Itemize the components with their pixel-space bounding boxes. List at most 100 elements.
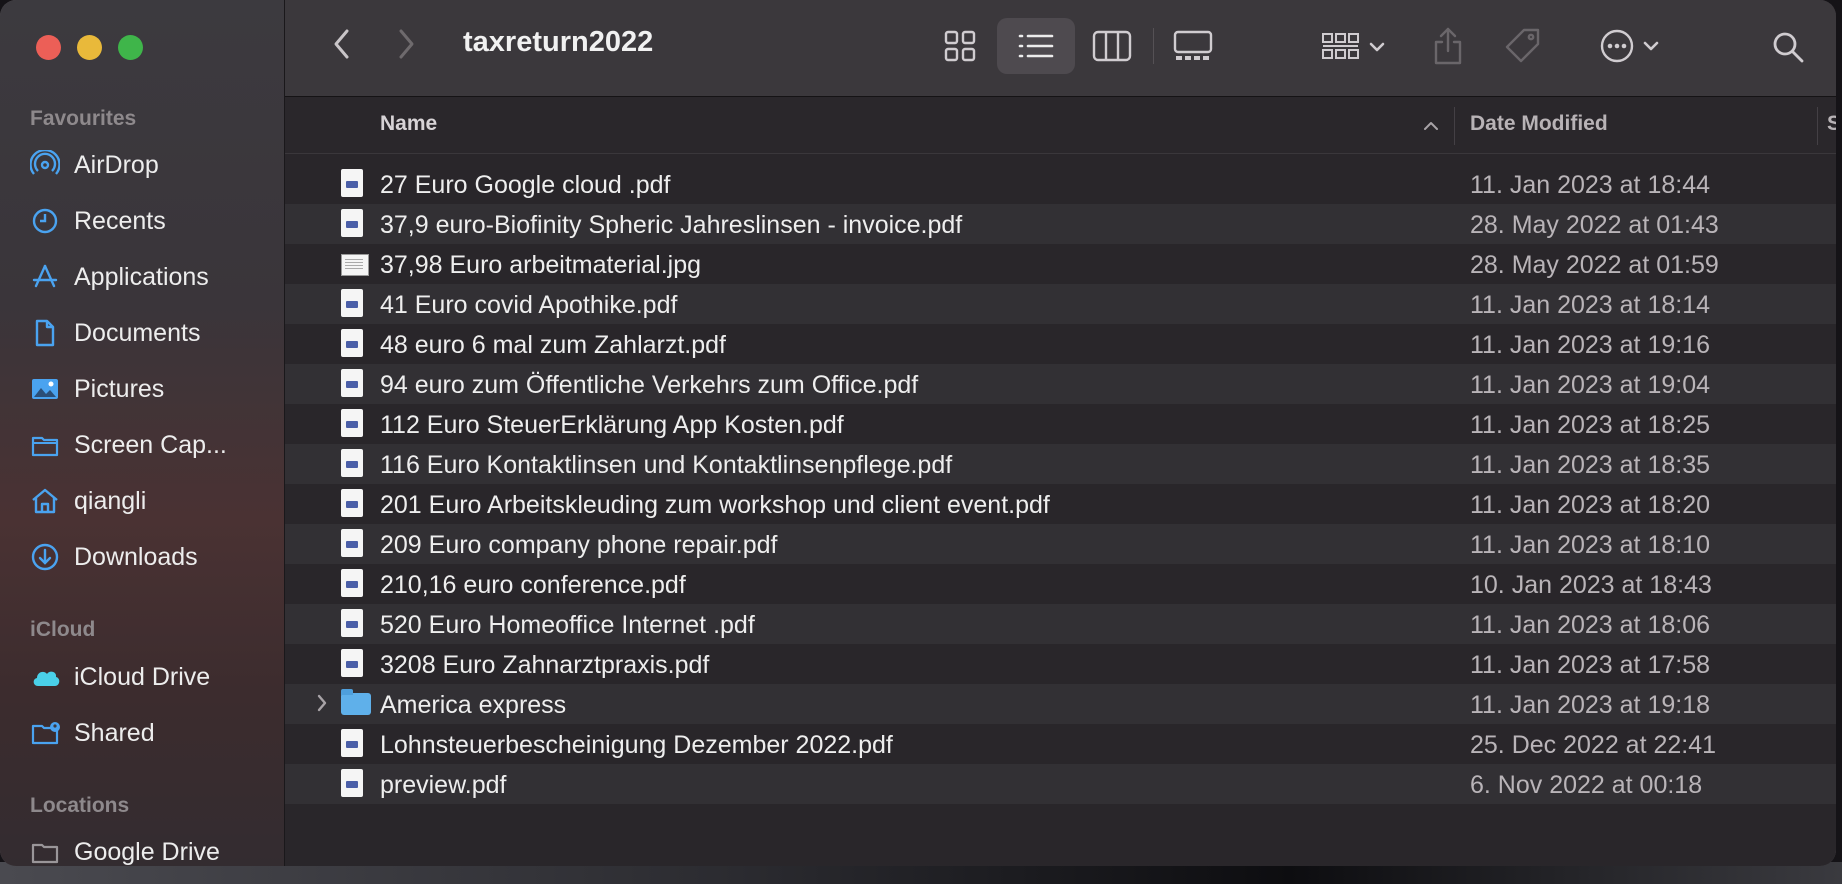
icon-view-button[interactable] bbox=[930, 20, 990, 72]
finder-window: Favourites AirDrop Recents Applications … bbox=[0, 0, 1836, 866]
pictures-icon bbox=[30, 373, 66, 405]
download-icon bbox=[30, 541, 66, 573]
sidebar-item-label: qiangli bbox=[74, 486, 147, 515]
sidebar-item-applications[interactable]: Applications bbox=[30, 257, 275, 297]
pdf-file-icon bbox=[341, 609, 369, 639]
sidebar-item-screen-captures[interactable]: Screen Cap... bbox=[30, 425, 275, 465]
sidebar-item-label: Shared bbox=[74, 718, 155, 747]
sidebar-item-label: Documents bbox=[74, 318, 201, 347]
file-row[interactable]: 94 euro zum Öffentliche Verkehrs zum Off… bbox=[285, 364, 1836, 404]
sidebar-item-home[interactable]: qiangli bbox=[30, 481, 275, 521]
gallery-view-button[interactable] bbox=[1163, 20, 1223, 72]
file-row[interactable]: 520 Euro Homeoffice Internet .pdf 11. Ja… bbox=[285, 604, 1836, 644]
pdf-file-icon bbox=[341, 409, 369, 439]
sidebar-item-recents[interactable]: Recents bbox=[30, 201, 275, 241]
tag-button[interactable] bbox=[1498, 20, 1548, 72]
sidebar-item-shared[interactable]: Shared bbox=[30, 713, 275, 753]
group-button[interactable] bbox=[1315, 22, 1393, 72]
file-date: 25. Dec 2022 at 22:41 bbox=[1470, 731, 1717, 759]
disclosure-chevron-icon[interactable] bbox=[315, 692, 329, 719]
sort-ascending-icon[interactable] bbox=[1422, 119, 1440, 137]
pdf-file-icon bbox=[341, 209, 369, 239]
file-name: 209 Euro company phone repair.pdf bbox=[380, 531, 778, 559]
forward-button[interactable] bbox=[391, 26, 421, 62]
pdf-file-icon bbox=[341, 729, 369, 759]
file-date: 10. Jan 2023 at 18:43 bbox=[1470, 571, 1712, 599]
file-name: 116 Euro Kontaktlinsen und Kontaktlinsen… bbox=[380, 451, 953, 479]
file-date: 11. Jan 2023 at 18:20 bbox=[1470, 491, 1711, 519]
list-view-button[interactable] bbox=[997, 18, 1075, 74]
file-row[interactable]: 210,16 euro conference.pdf 10. Jan 2023 … bbox=[285, 564, 1836, 604]
sidebar-item-documents[interactable]: Documents bbox=[30, 313, 275, 353]
share-icon bbox=[1434, 27, 1462, 65]
file-date: 11. Jan 2023 at 19:04 bbox=[1470, 371, 1711, 399]
file-name: 210,16 euro conference.pdf bbox=[380, 571, 686, 599]
column-header-name[interactable]: Name bbox=[380, 112, 437, 136]
back-button[interactable] bbox=[327, 26, 357, 62]
pdf-file-icon bbox=[341, 449, 369, 479]
file-name: 37,9 euro-Biofinity Spheric Jahreslinsen… bbox=[380, 211, 963, 239]
shared-folder-icon bbox=[30, 717, 66, 749]
file-row[interactable]: 41 Euro covid Apothike.pdf 11. Jan 2023 … bbox=[285, 284, 1836, 324]
file-date: 11. Jan 2023 at 18:06 bbox=[1470, 611, 1711, 639]
grid-icon bbox=[944, 30, 976, 62]
file-row[interactable]: 27 Euro Google cloud .pdf 11. Jan 2023 a… bbox=[285, 164, 1836, 204]
applications-icon bbox=[30, 261, 66, 293]
file-row[interactable]: 48 euro 6 mal zum Zahlarzt.pdf 11. Jan 2… bbox=[285, 324, 1836, 364]
pdf-file-icon bbox=[341, 169, 369, 199]
column-view-button[interactable] bbox=[1082, 20, 1142, 72]
file-row[interactable]: Lohnsteuerbescheinigung Dezember 2022.pd… bbox=[285, 724, 1836, 764]
file-row[interactable]: 37,9 euro-Biofinity Spheric Jahreslinsen… bbox=[285, 204, 1836, 244]
file-date: 11. Jan 2023 at 18:25 bbox=[1470, 411, 1711, 439]
column-divider[interactable] bbox=[1817, 107, 1818, 145]
sidebar-item-google-drive[interactable]: Google Drive bbox=[30, 832, 275, 866]
file-name: America express bbox=[380, 691, 567, 719]
file-row[interactable]: 209 Euro company phone repair.pdf 11. Ja… bbox=[285, 524, 1836, 564]
clock-icon bbox=[30, 205, 66, 237]
chevron-down-icon bbox=[1643, 41, 1659, 51]
file-name: 201 Euro Arbeitskleuding zum workshop un… bbox=[380, 491, 1050, 519]
pdf-file-icon bbox=[341, 489, 369, 519]
column-divider[interactable] bbox=[1454, 107, 1455, 145]
image-file-icon bbox=[341, 249, 369, 279]
file-date: 28. May 2022 at 01:59 bbox=[1470, 251, 1719, 279]
file-row[interactable]: 3208 Euro Zahnarztpraxis.pdf 11. Jan 202… bbox=[285, 644, 1836, 684]
home-icon bbox=[30, 485, 66, 517]
file-list: 27 Euro Google cloud .pdf 11. Jan 2023 a… bbox=[285, 164, 1836, 804]
file-date: 11. Jan 2023 at 19:18 bbox=[1470, 691, 1711, 719]
section-label-icloud: iCloud bbox=[30, 618, 96, 641]
search-button[interactable] bbox=[1763, 22, 1813, 72]
file-row[interactable]: 116 Euro Kontaktlinsen und Kontaktlinsen… bbox=[285, 444, 1836, 484]
more-actions-button[interactable] bbox=[1590, 20, 1670, 72]
file-name: 48 euro 6 mal zum Zahlarzt.pdf bbox=[380, 331, 726, 359]
column-header-date-modified[interactable]: Date Modified bbox=[1470, 112, 1608, 136]
file-row[interactable]: preview.pdf 6. Nov 2022 at 00:18 bbox=[285, 764, 1836, 804]
toolbar: taxreturn2022 bbox=[285, 0, 1836, 97]
sidebar-item-airdrop[interactable]: AirDrop bbox=[30, 145, 275, 185]
file-row[interactable]: 112 Euro SteuerErklärung App Kosten.pdf … bbox=[285, 404, 1836, 444]
share-button[interactable] bbox=[1423, 20, 1473, 72]
main-pane: taxreturn2022 Name Date Modified S 27 Eu… bbox=[285, 0, 1836, 866]
column-header-size[interactable]: S bbox=[1827, 112, 1836, 136]
pdf-file-icon bbox=[341, 369, 369, 399]
close-window-button[interactable] bbox=[36, 35, 61, 60]
columns-icon bbox=[1092, 30, 1132, 62]
file-name: preview.pdf bbox=[380, 771, 507, 799]
sidebar-item-label: iCloud Drive bbox=[74, 662, 211, 691]
pdf-file-icon bbox=[341, 769, 369, 799]
file-name: 27 Euro Google cloud .pdf bbox=[380, 171, 671, 199]
minimize-window-button[interactable] bbox=[77, 35, 102, 60]
file-name: 37,98 Euro arbeitmaterial.jpg bbox=[380, 251, 702, 279]
airdrop-icon bbox=[30, 149, 66, 181]
file-date: 28. May 2022 at 01:43 bbox=[1470, 211, 1719, 239]
file-date: 6. Nov 2022 at 00:18 bbox=[1470, 771, 1703, 799]
sidebar-item-icloud-drive[interactable]: iCloud Drive bbox=[30, 657, 275, 697]
sidebar-item-pictures[interactable]: Pictures bbox=[30, 369, 275, 409]
sidebar: Favourites AirDrop Recents Applications … bbox=[0, 0, 285, 866]
folder-row[interactable]: America express 11. Jan 2023 at 19:18 bbox=[285, 684, 1836, 724]
file-row[interactable]: 201 Euro Arbeitskleuding zum workshop un… bbox=[285, 484, 1836, 524]
file-row[interactable]: 37,98 Euro arbeitmaterial.jpg 28. May 20… bbox=[285, 244, 1836, 284]
pdf-file-icon bbox=[341, 649, 369, 679]
sidebar-item-downloads[interactable]: Downloads bbox=[30, 537, 275, 577]
maximize-window-button[interactable] bbox=[118, 35, 143, 60]
